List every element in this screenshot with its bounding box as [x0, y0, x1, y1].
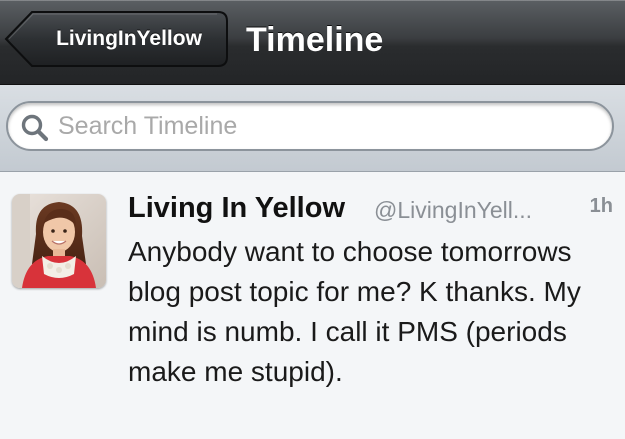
search-field[interactable]: [6, 101, 614, 151]
avatar[interactable]: [12, 194, 106, 288]
search-bar: [0, 85, 625, 172]
tweet-row[interactable]: Living In Yellow @LivingInYell... 1h Any…: [0, 172, 625, 439]
back-button[interactable]: LivingInYellow: [4, 10, 229, 68]
tweet-author-name: Living In Yellow: [128, 192, 346, 224]
tweet-list: Living In Yellow @LivingInYell... 1h Any…: [0, 172, 625, 439]
navigation-bar: LivingInYellow Timeline: [0, 0, 625, 85]
twitter-timeline-screen: LivingInYellow Timeline Search Timeline …: [0, 0, 625, 439]
tweet-author-handle: @LivingInYell...: [374, 197, 533, 223]
tweet-timestamp: 1h: [589, 195, 613, 217]
page-title: Timeline: [246, 21, 384, 59]
tweet-text: Anybody want to choose tomorrows blog po…: [128, 236, 581, 387]
search-icon: [21, 114, 49, 142]
avatar-image: [12, 194, 106, 288]
back-button-label: LivingInYellow: [56, 27, 202, 50]
search-input[interactable]: [58, 103, 598, 149]
